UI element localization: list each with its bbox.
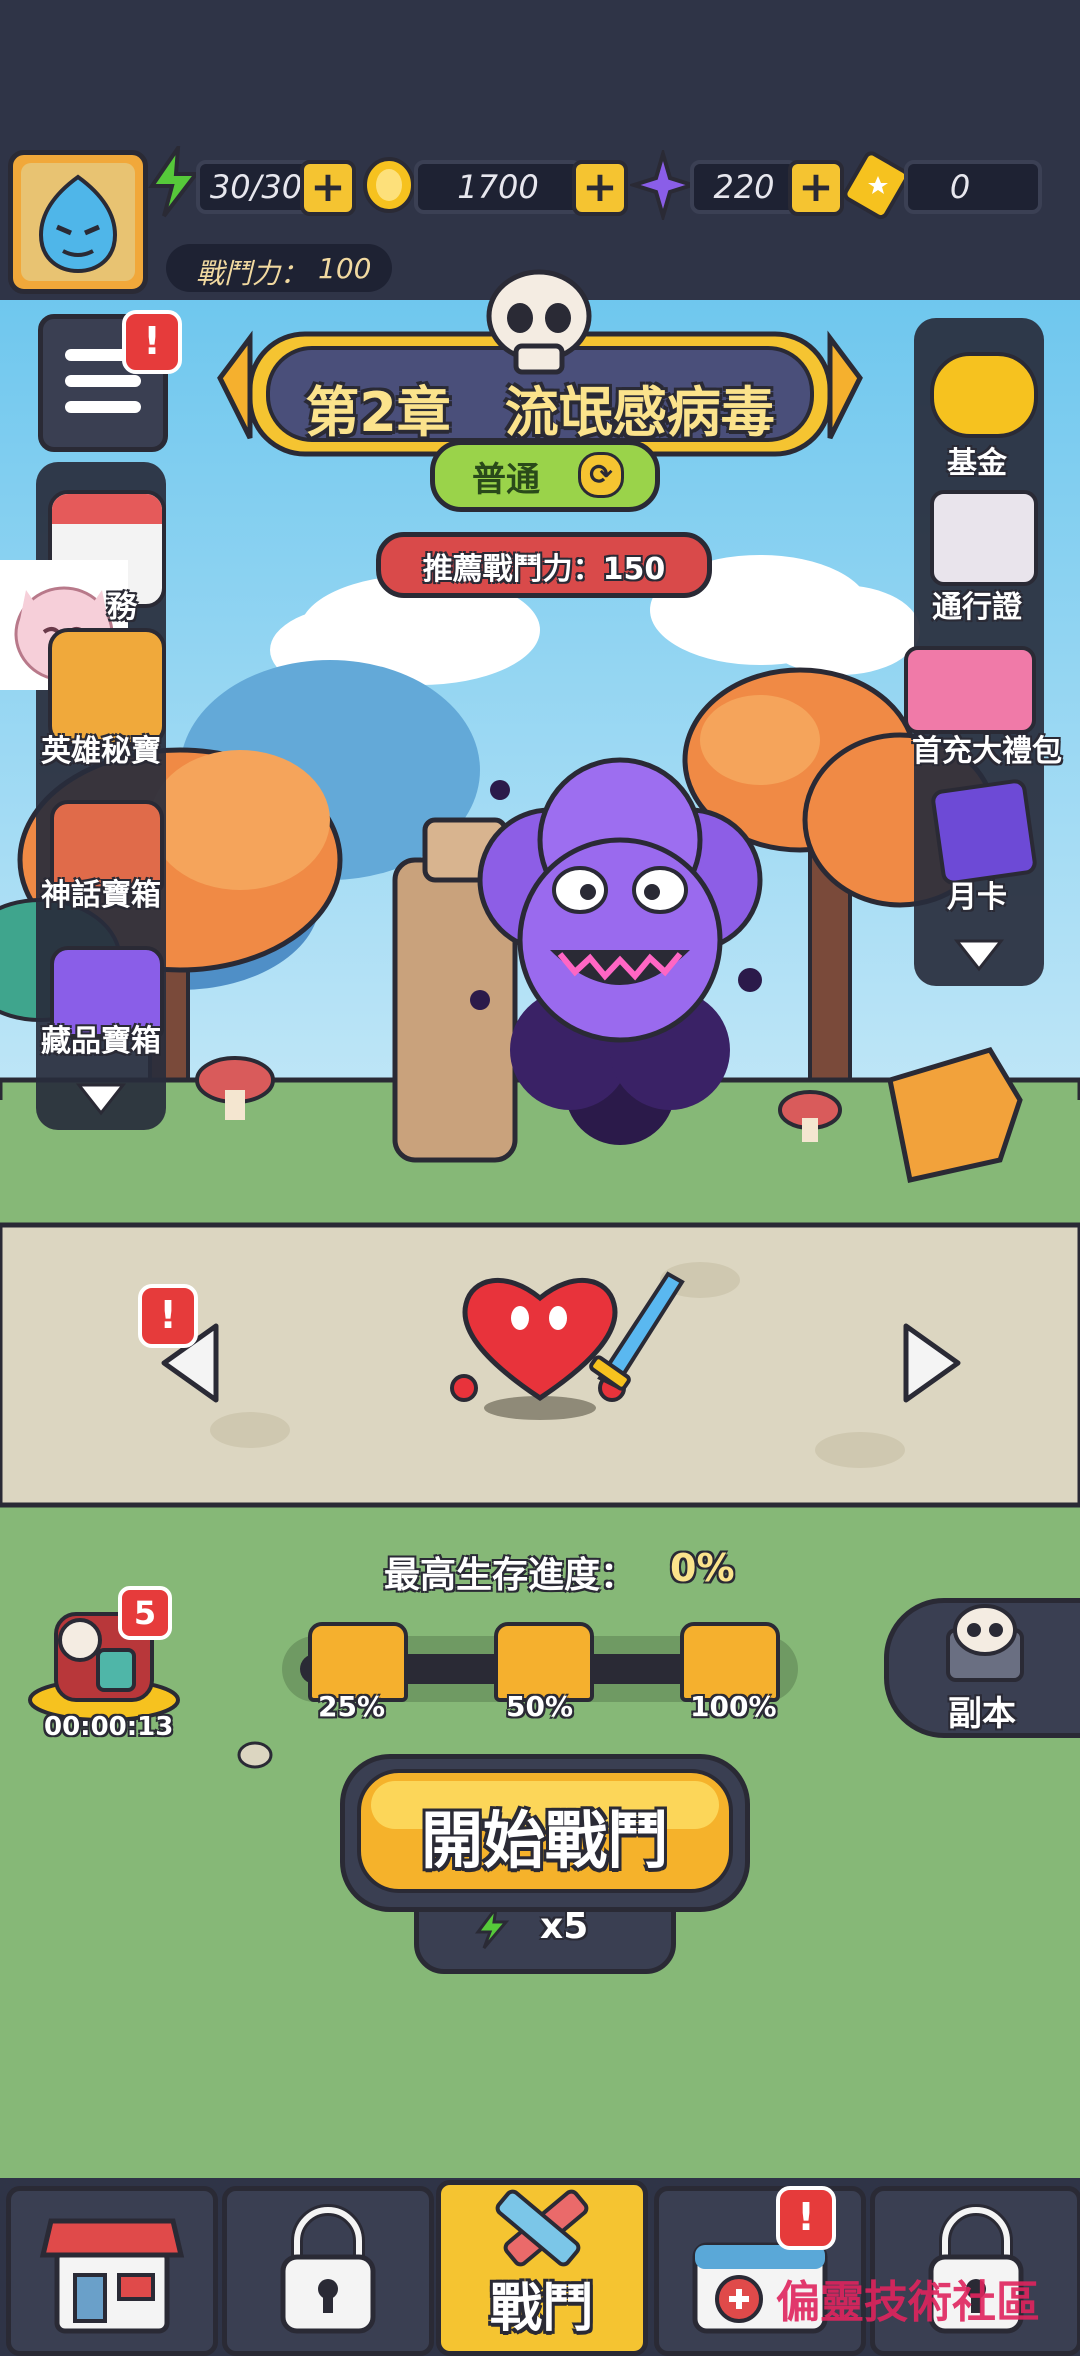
right-menu-label-gift-pack: 首充大禮包: [912, 734, 1062, 769]
left-menu-expand-icon[interactable]: [76, 1082, 126, 1116]
energy-cost-icon: [475, 1907, 510, 1949]
survival-progress-label: 最高生存進度：: [384, 1555, 637, 1596]
left-menu-label-hero-treasure: 英雄秘寶: [41, 734, 161, 769]
gift-pack-icon[interactable]: [904, 646, 1036, 734]
medkit-alert-badge: !: [776, 2186, 836, 2250]
start-battle-cost: x5: [540, 1906, 589, 1947]
survival-progress-value: 0%: [670, 1546, 735, 1590]
watermark: 偏靈技術社區: [776, 2277, 1040, 2328]
left-menu-label-myth-chest: 神話寶箱: [41, 878, 161, 913]
power-value: 100: [318, 252, 372, 285]
dungeon-label: 副本: [948, 1694, 1016, 1734]
right-menu-expand-icon[interactable]: [954, 938, 1004, 972]
slime-avatar-icon: [21, 163, 135, 281]
prev-hero-alert-badge: !: [138, 1284, 198, 1348]
milestone-label-50: 50%: [506, 1690, 574, 1723]
milestone-label-100: 100%: [690, 1690, 777, 1723]
add-gem-button[interactable]: +: [788, 160, 844, 216]
reward-timer: 00:00:13: [44, 1712, 174, 1742]
avatar[interactable]: [8, 150, 148, 294]
energy-value: 30/30: [209, 168, 303, 206]
switch-difficulty-icon[interactable]: ⟳: [578, 452, 624, 498]
left-menu-label-collection-chest: 藏品寶箱: [41, 1024, 161, 1059]
dungeon-skull-icon: [946, 1604, 1024, 1682]
nav-battle-label: 戰鬥: [489, 2279, 594, 2339]
gem-icon: [630, 150, 696, 220]
nav-locked-button-1[interactable]: [222, 2186, 434, 2356]
next-hero-arrow[interactable]: [900, 1320, 964, 1406]
milestone-label-25: 25%: [318, 1690, 386, 1723]
difficulty-button[interactable]: [430, 440, 660, 512]
month-card-icon[interactable]: [929, 777, 1039, 887]
nav-shop-button[interactable]: [6, 2186, 218, 2356]
start-battle-label: 開始戰鬥: [420, 1804, 669, 1877]
piggy-bank-icon[interactable]: [930, 352, 1038, 438]
skull-icon: [486, 269, 592, 375]
reward-count-badge: 5: [118, 1586, 172, 1640]
right-menu-label-pass: 通行證: [932, 590, 1022, 625]
difficulty-label: 普通: [472, 460, 540, 500]
pass-icon[interactable]: [930, 490, 1038, 586]
left-menu-label-tasks: 務: [107, 590, 137, 625]
lock-icon: [280, 2204, 376, 2334]
right-menu-label-fund: 基金: [947, 446, 1007, 481]
gold-value: 1700: [457, 168, 539, 206]
gem-value: 220: [713, 168, 775, 206]
energy-icon: [148, 146, 201, 218]
gold-coin-icon: [363, 157, 415, 213]
heart-hero[interactable]: [440, 1248, 690, 1428]
power-label: 戰鬥力：: [196, 257, 309, 290]
right-menu-label-month-card: 月卡: [947, 880, 1007, 915]
ticket-value: 0: [949, 168, 971, 206]
add-energy-button[interactable]: +: [300, 160, 356, 216]
recommended-power-text: 推薦戰鬥力：150: [422, 552, 666, 587]
add-gold-button[interactable]: +: [572, 160, 628, 216]
virus-boss[interactable]: [460, 750, 780, 1150]
shop-icon: [39, 2218, 185, 2334]
menu-alert-badge: !: [122, 310, 182, 374]
chapter-title: 第2章 流氓感病毒: [305, 381, 775, 444]
